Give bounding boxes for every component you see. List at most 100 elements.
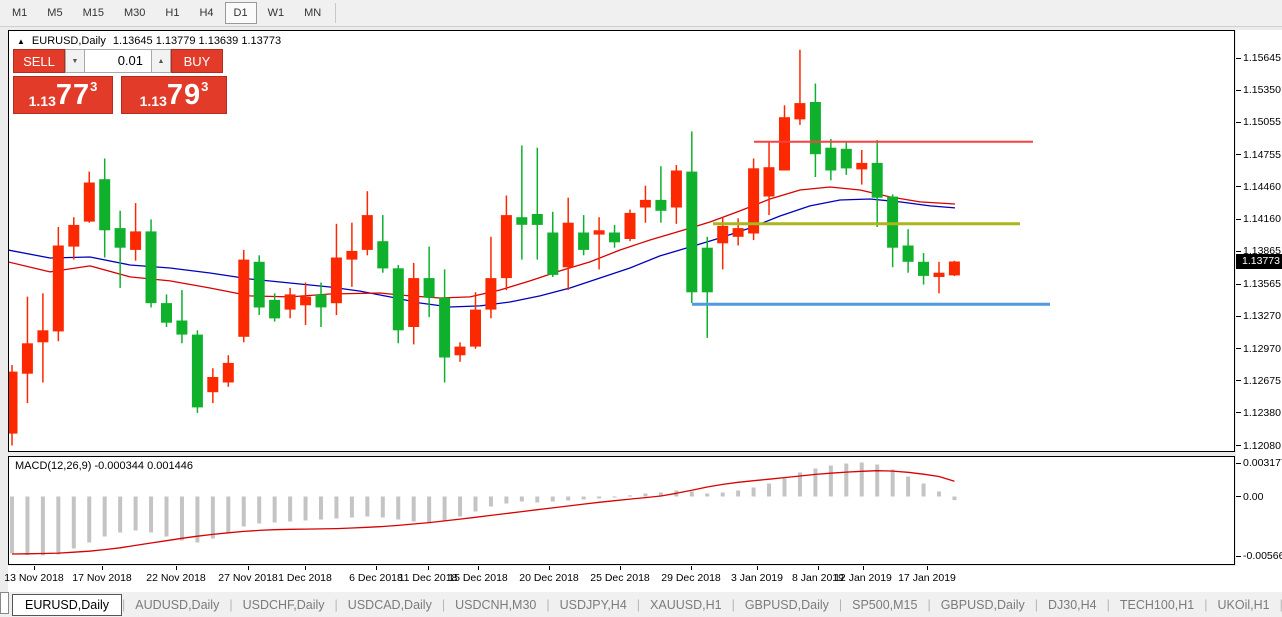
price-axis-label: 1.12380 [1243,407,1281,419]
chart-title: ▲ EURUSD,Daily 1.13645 1.13779 1.13639 1… [17,35,281,47]
time-axis-label: 1 Dec 2018 [278,572,332,584]
macd-tick [1236,463,1241,464]
price-axis-label: 1.12080 [1243,440,1281,452]
time-tick [691,566,692,570]
tab-dj30-h4[interactable]: DJ30,H4 [1038,595,1107,615]
tab-audusd-daily[interactable]: AUDUSD,Daily [125,595,229,615]
price-tick [1236,284,1241,285]
time-axis-label: 20 Dec 2018 [519,572,579,584]
time-axis-label: 3 Jan 2019 [731,572,783,584]
macd-tick [1236,556,1241,557]
time-axis-label: 27 Nov 2018 [218,572,278,584]
ask-price-point: 3 [201,79,208,94]
main-chart-pane[interactable]: ▲ EURUSD,Daily 1.13645 1.13779 1.13639 1… [8,30,1235,452]
tab-tech100-h1[interactable]: TECH100,H1 [1110,595,1204,615]
time-tick [305,566,306,570]
time-axis-label: 29 Dec 2018 [661,572,721,584]
timeframe-button-m30[interactable]: M30 [115,2,154,24]
volume-input[interactable]: 0.01 [85,49,151,73]
macd-indicator-label: MACD(12,26,9) -0.000344 0.001446 [15,460,193,472]
price-axis-label: 1.12970 [1243,343,1281,355]
timeframe-button-m5[interactable]: M5 [38,2,71,24]
price-tick [1236,154,1241,155]
price-tick [1236,412,1241,413]
time-axis-label: 17 Nov 2018 [72,572,132,584]
spinner-down-icon: ▼ [72,58,79,65]
timeframe-button-w1[interactable]: W1 [259,2,294,24]
volume-decrease-button[interactable]: ▼ [65,49,85,73]
price-tick [1236,380,1241,381]
price-tick [1236,186,1241,187]
macd-tick [1236,496,1241,497]
timeframe-button-h4[interactable]: H4 [190,2,222,24]
timeframe-button-mn[interactable]: MN [295,2,330,24]
time-tick [863,566,864,570]
chart-tab-bar: EURUSD,Daily|AUDUSD,Daily|USDCHF,Daily|U… [0,592,1282,617]
tab-xauusd-h1[interactable]: XAUUSD,H1 [640,595,732,615]
time-tick [428,566,429,570]
price-axis: 1.13773 1.156451.153501.150551.147551.14… [1236,30,1282,592]
time-tick [927,566,928,570]
timeframe-toolbar: M1M5M15M30H1H4D1W1MN [0,0,1282,27]
time-axis-label: 6 Dec 2018 [349,572,403,584]
price-tick [1236,251,1241,252]
time-tick [549,566,550,570]
time-tick [376,566,377,570]
tab-usdcnh-m30[interactable]: USDCNH,M30 [445,595,546,615]
time-axis-label: 15 Dec 2018 [448,572,508,584]
ask-price-pips: 79 [167,82,201,109]
tab-usdjpy-h4[interactable]: USDJPY,H4 [550,595,637,615]
price-axis-label: 1.13865 [1243,245,1281,257]
price-axis-label: 1.14755 [1243,149,1281,161]
timeframe-bar: M1M5M15M30H1H4D1W1MN [2,2,331,24]
macd-axis-label: 0.00 [1243,491,1263,503]
symbol-collapse-icon[interactable]: ▲ [17,37,25,46]
buy-price-button[interactable]: 1.13 79 3 [121,76,227,114]
price-axis-label: 1.12675 [1243,375,1281,387]
time-axis-label: 25 Dec 2018 [590,572,650,584]
bid-price-prefix: 1.13 [29,93,56,109]
timeframe-button-h1[interactable]: H1 [156,2,188,24]
price-tick [1236,90,1241,91]
time-axis: 13 Nov 201817 Nov 201822 Nov 201827 Nov … [8,566,1236,592]
ask-price-prefix: 1.13 [140,93,167,109]
tab-usdchf-daily[interactable]: USDCHF,Daily [233,595,335,615]
price-tick [1236,58,1241,59]
price-tick [1236,316,1241,317]
timeframe-button-m15[interactable]: M15 [74,2,113,24]
bid-price-point: 3 [90,79,97,94]
time-axis-label: 22 Nov 2018 [146,572,206,584]
spinner-up-icon: ▲ [158,58,165,65]
price-axis-label: 1.13565 [1243,278,1281,290]
price-tick [1236,348,1241,349]
price-tick [1236,122,1241,123]
sell-price-button[interactable]: 1.13 77 3 [13,76,113,114]
tab-sp500-m15[interactable]: SP500,M15 [842,595,927,615]
price-axis-label: 1.15350 [1243,84,1281,96]
time-axis-label: 17 Jan 2019 [898,572,956,584]
time-tick [757,566,758,570]
buy-button[interactable]: BUY [171,49,223,73]
tab-eurusd-daily[interactable]: EURUSD,Daily [12,594,122,616]
macd-chart [9,457,1234,564]
tab-strip-corner [0,592,9,614]
price-axis-label: 1.15645 [1243,52,1281,64]
price-axis-label: 1.15055 [1243,116,1281,128]
tab-gbpusd-daily[interactable]: GBPUSD,Daily [735,595,839,615]
time-tick [478,566,479,570]
price-axis-label: 1.14160 [1243,213,1281,225]
price-tick [1236,219,1241,220]
price-axis-label: 1.14460 [1243,181,1281,193]
timeframe-button-d1[interactable]: D1 [225,2,257,24]
volume-increase-button[interactable]: ▲ [151,49,171,73]
tab-gbpusd-daily[interactable]: GBPUSD,Daily [931,595,1035,615]
sell-button[interactable]: SELL [13,49,65,73]
macd-indicator-pane[interactable]: MACD(12,26,9) -0.000344 0.001446 [8,456,1235,565]
timeframe-button-m1[interactable]: M1 [3,2,36,24]
time-tick [248,566,249,570]
bid-price-pips: 77 [56,82,90,109]
price-tick [1236,445,1241,446]
tab-usdcad-daily[interactable]: USDCAD,Daily [338,595,442,615]
tab-ukoil-h1[interactable]: UKOil,H1 [1207,595,1279,615]
chart-symbol-label: EURUSD,Daily [32,35,106,47]
